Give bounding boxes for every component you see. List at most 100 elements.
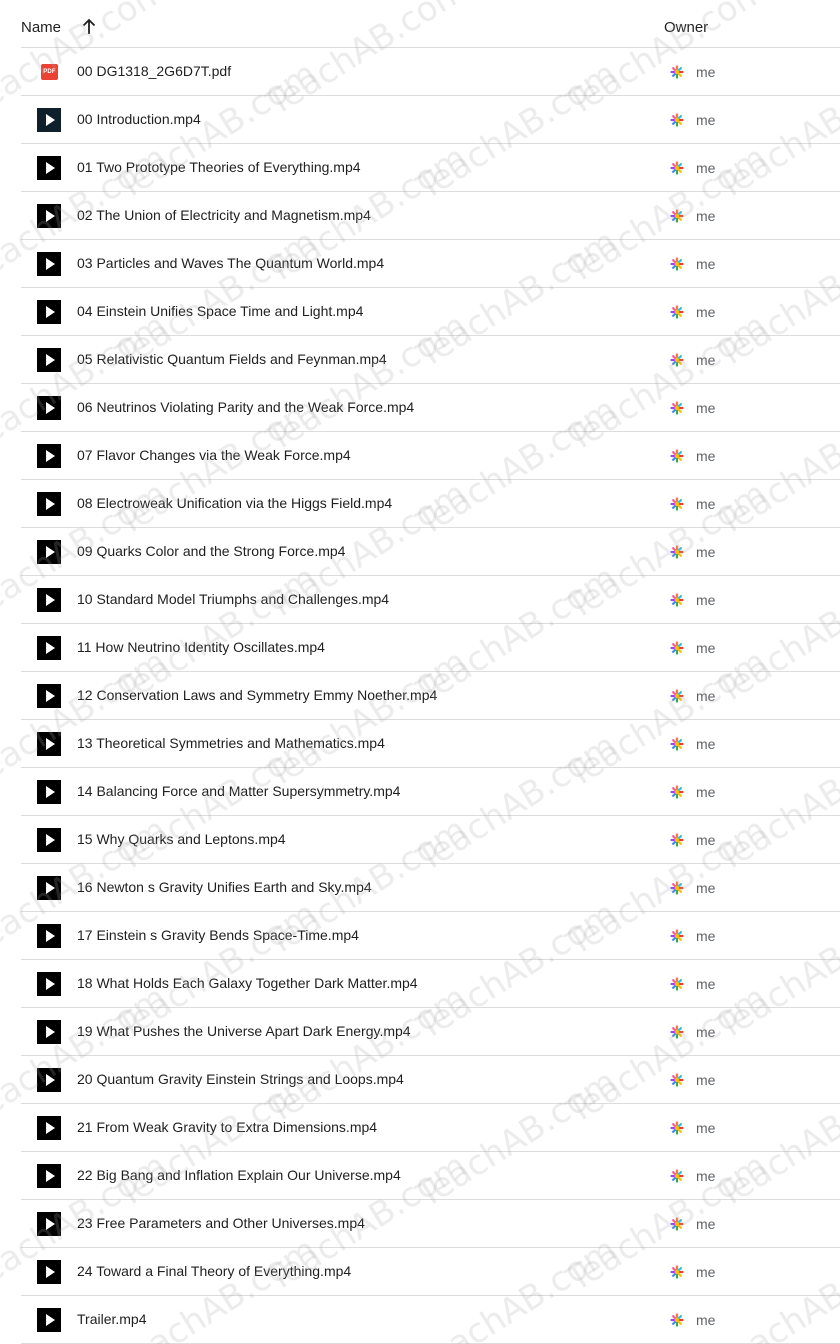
owner-name: me xyxy=(696,976,716,992)
file-name[interactable]: 00 Introduction.mp4 xyxy=(77,111,201,127)
owner-name: me xyxy=(696,640,716,656)
avatar-icon xyxy=(667,350,687,370)
video-icon xyxy=(37,156,61,180)
file-row[interactable]: 23 Free Parameters and Other Universes.m… xyxy=(0,1200,840,1248)
file-row[interactable]: 07 Flavor Changes via the Weak Force.mp4… xyxy=(0,432,840,480)
file-row[interactable]: 02 The Union of Electricity and Magnetis… xyxy=(0,192,840,240)
file-name[interactable]: 04 Einstein Unifies Space Time and Light… xyxy=(77,303,363,319)
file-row[interactable]: 24 Toward a Final Theory of Everything.m… xyxy=(0,1248,840,1296)
owner-name: me xyxy=(696,448,716,464)
avatar-icon xyxy=(667,1262,687,1282)
owner-name: me xyxy=(696,784,716,800)
file-row[interactable]: 10 Standard Model Triumphs and Challenge… xyxy=(0,576,840,624)
video-icon xyxy=(37,108,61,132)
file-row[interactable]: 13 Theoretical Symmetries and Mathematic… xyxy=(0,720,840,768)
video-icon xyxy=(37,204,61,228)
owner-column-header[interactable]: Owner xyxy=(664,19,708,36)
file-row[interactable]: 00 Introduction.mp4 me xyxy=(0,96,840,144)
file-row[interactable]: PDF 00 DG1318_2G6D7T.pdf me xyxy=(0,48,840,96)
avatar-icon xyxy=(667,638,687,658)
owner-name: me xyxy=(696,688,716,704)
file-name[interactable]: 11 How Neutrino Identity Oscillates.mp4 xyxy=(77,639,325,655)
file-name[interactable]: Trailer.mp4 xyxy=(77,1311,147,1327)
avatar-icon xyxy=(667,494,687,514)
file-row[interactable]: 15 Why Quarks and Leptons.mp4 me xyxy=(0,816,840,864)
owner-name: me xyxy=(696,352,716,368)
owner-name: me xyxy=(696,160,716,176)
owner-name: me xyxy=(696,1120,716,1136)
file-row[interactable]: 22 Big Bang and Inflation Explain Our Un… xyxy=(0,1152,840,1200)
file-name[interactable]: 20 Quantum Gravity Einstein Strings and … xyxy=(77,1071,404,1087)
file-name[interactable]: 10 Standard Model Triumphs and Challenge… xyxy=(77,591,389,607)
video-icon xyxy=(37,588,61,612)
file-name[interactable]: 06 Neutrinos Violating Parity and the We… xyxy=(77,399,414,415)
file-name[interactable]: 03 Particles and Waves The Quantum World… xyxy=(77,255,384,271)
arrow-up-icon[interactable] xyxy=(80,17,98,37)
video-icon xyxy=(37,972,61,996)
video-icon xyxy=(37,1164,61,1188)
file-name[interactable]: 17 Einstein s Gravity Bends Space-Time.m… xyxy=(77,927,359,943)
file-row[interactable]: 03 Particles and Waves The Quantum World… xyxy=(0,240,840,288)
avatar-icon xyxy=(667,1310,687,1330)
file-row[interactable]: 16 Newton s Gravity Unifies Earth and Sk… xyxy=(0,864,840,912)
avatar-icon xyxy=(667,62,687,82)
file-name[interactable]: 14 Balancing Force and Matter Supersymme… xyxy=(77,783,400,799)
file-row[interactable]: 18 What Holds Each Galaxy Together Dark … xyxy=(0,960,840,1008)
file-name[interactable]: 02 The Union of Electricity and Magnetis… xyxy=(77,207,371,223)
avatar-icon xyxy=(667,542,687,562)
file-row[interactable]: 12 Conservation Laws and Symmetry Emmy N… xyxy=(0,672,840,720)
file-name[interactable]: 01 Two Prototype Theories of Everything.… xyxy=(77,159,361,175)
avatar-icon xyxy=(667,446,687,466)
file-name[interactable]: 24 Toward a Final Theory of Everything.m… xyxy=(77,1263,351,1279)
video-icon xyxy=(37,924,61,948)
video-icon xyxy=(37,444,61,468)
avatar-icon xyxy=(667,974,687,994)
avatar-icon xyxy=(667,926,687,946)
file-row[interactable]: 05 Relativistic Quantum Fields and Feynm… xyxy=(0,336,840,384)
file-name[interactable]: 12 Conservation Laws and Symmetry Emmy N… xyxy=(77,687,437,703)
owner-name: me xyxy=(696,64,716,80)
file-name[interactable]: 23 Free Parameters and Other Universes.m… xyxy=(77,1215,365,1231)
file-name[interactable]: 21 From Weak Gravity to Extra Dimensions… xyxy=(77,1119,377,1135)
file-list-header: Name Owner xyxy=(0,0,840,48)
file-name[interactable]: 07 Flavor Changes via the Weak Force.mp4 xyxy=(77,447,351,463)
video-icon xyxy=(37,1116,61,1140)
file-name[interactable]: 19 What Pushes the Universe Apart Dark E… xyxy=(77,1023,411,1039)
file-name[interactable]: 05 Relativistic Quantum Fields and Feynm… xyxy=(77,351,387,367)
file-name[interactable]: 18 What Holds Each Galaxy Together Dark … xyxy=(77,975,418,991)
file-row[interactable]: 06 Neutrinos Violating Parity and the We… xyxy=(0,384,840,432)
file-name[interactable]: 09 Quarks Color and the Strong Force.mp4 xyxy=(77,543,345,559)
file-row[interactable]: 21 From Weak Gravity to Extra Dimensions… xyxy=(0,1104,840,1152)
file-row[interactable]: 09 Quarks Color and the Strong Force.mp4… xyxy=(0,528,840,576)
file-name[interactable]: 15 Why Quarks and Leptons.mp4 xyxy=(77,831,286,847)
video-icon xyxy=(37,1212,61,1236)
video-icon xyxy=(37,252,61,276)
avatar-icon xyxy=(667,782,687,802)
owner-name: me xyxy=(696,496,716,512)
avatar-icon xyxy=(667,158,687,178)
owner-name: me xyxy=(696,736,716,752)
avatar-icon xyxy=(667,590,687,610)
file-row[interactable]: 19 What Pushes the Universe Apart Dark E… xyxy=(0,1008,840,1056)
video-icon xyxy=(37,876,61,900)
file-row[interactable]: 20 Quantum Gravity Einstein Strings and … xyxy=(0,1056,840,1104)
file-row[interactable]: Trailer.mp4 me xyxy=(0,1296,840,1344)
file-name[interactable]: 13 Theoretical Symmetries and Mathematic… xyxy=(77,735,385,751)
file-row[interactable]: 11 How Neutrino Identity Oscillates.mp4 m… xyxy=(0,624,840,672)
file-row[interactable]: 08 Electroweak Unification via the Higgs… xyxy=(0,480,840,528)
video-icon xyxy=(37,780,61,804)
avatar-icon xyxy=(667,110,687,130)
file-name[interactable]: 00 DG1318_2G6D7T.pdf xyxy=(77,63,231,79)
avatar-icon xyxy=(667,686,687,706)
file-name[interactable]: 08 Electroweak Unification via the Higgs… xyxy=(77,495,392,511)
file-name[interactable]: 22 Big Bang and Inflation Explain Our Un… xyxy=(77,1167,401,1183)
file-name[interactable]: 16 Newton s Gravity Unifies Earth and Sk… xyxy=(77,879,372,895)
file-row[interactable]: 14 Balancing Force and Matter Supersymme… xyxy=(0,768,840,816)
file-row[interactable]: 01 Two Prototype Theories of Everything.… xyxy=(0,144,840,192)
file-row[interactable]: 17 Einstein s Gravity Bends Space-Time.m… xyxy=(0,912,840,960)
owner-name: me xyxy=(696,1264,716,1280)
owner-name: me xyxy=(696,544,716,560)
avatar-icon xyxy=(667,398,687,418)
file-row[interactable]: 04 Einstein Unifies Space Time and Light… xyxy=(0,288,840,336)
name-column-header[interactable]: Name xyxy=(21,19,61,36)
